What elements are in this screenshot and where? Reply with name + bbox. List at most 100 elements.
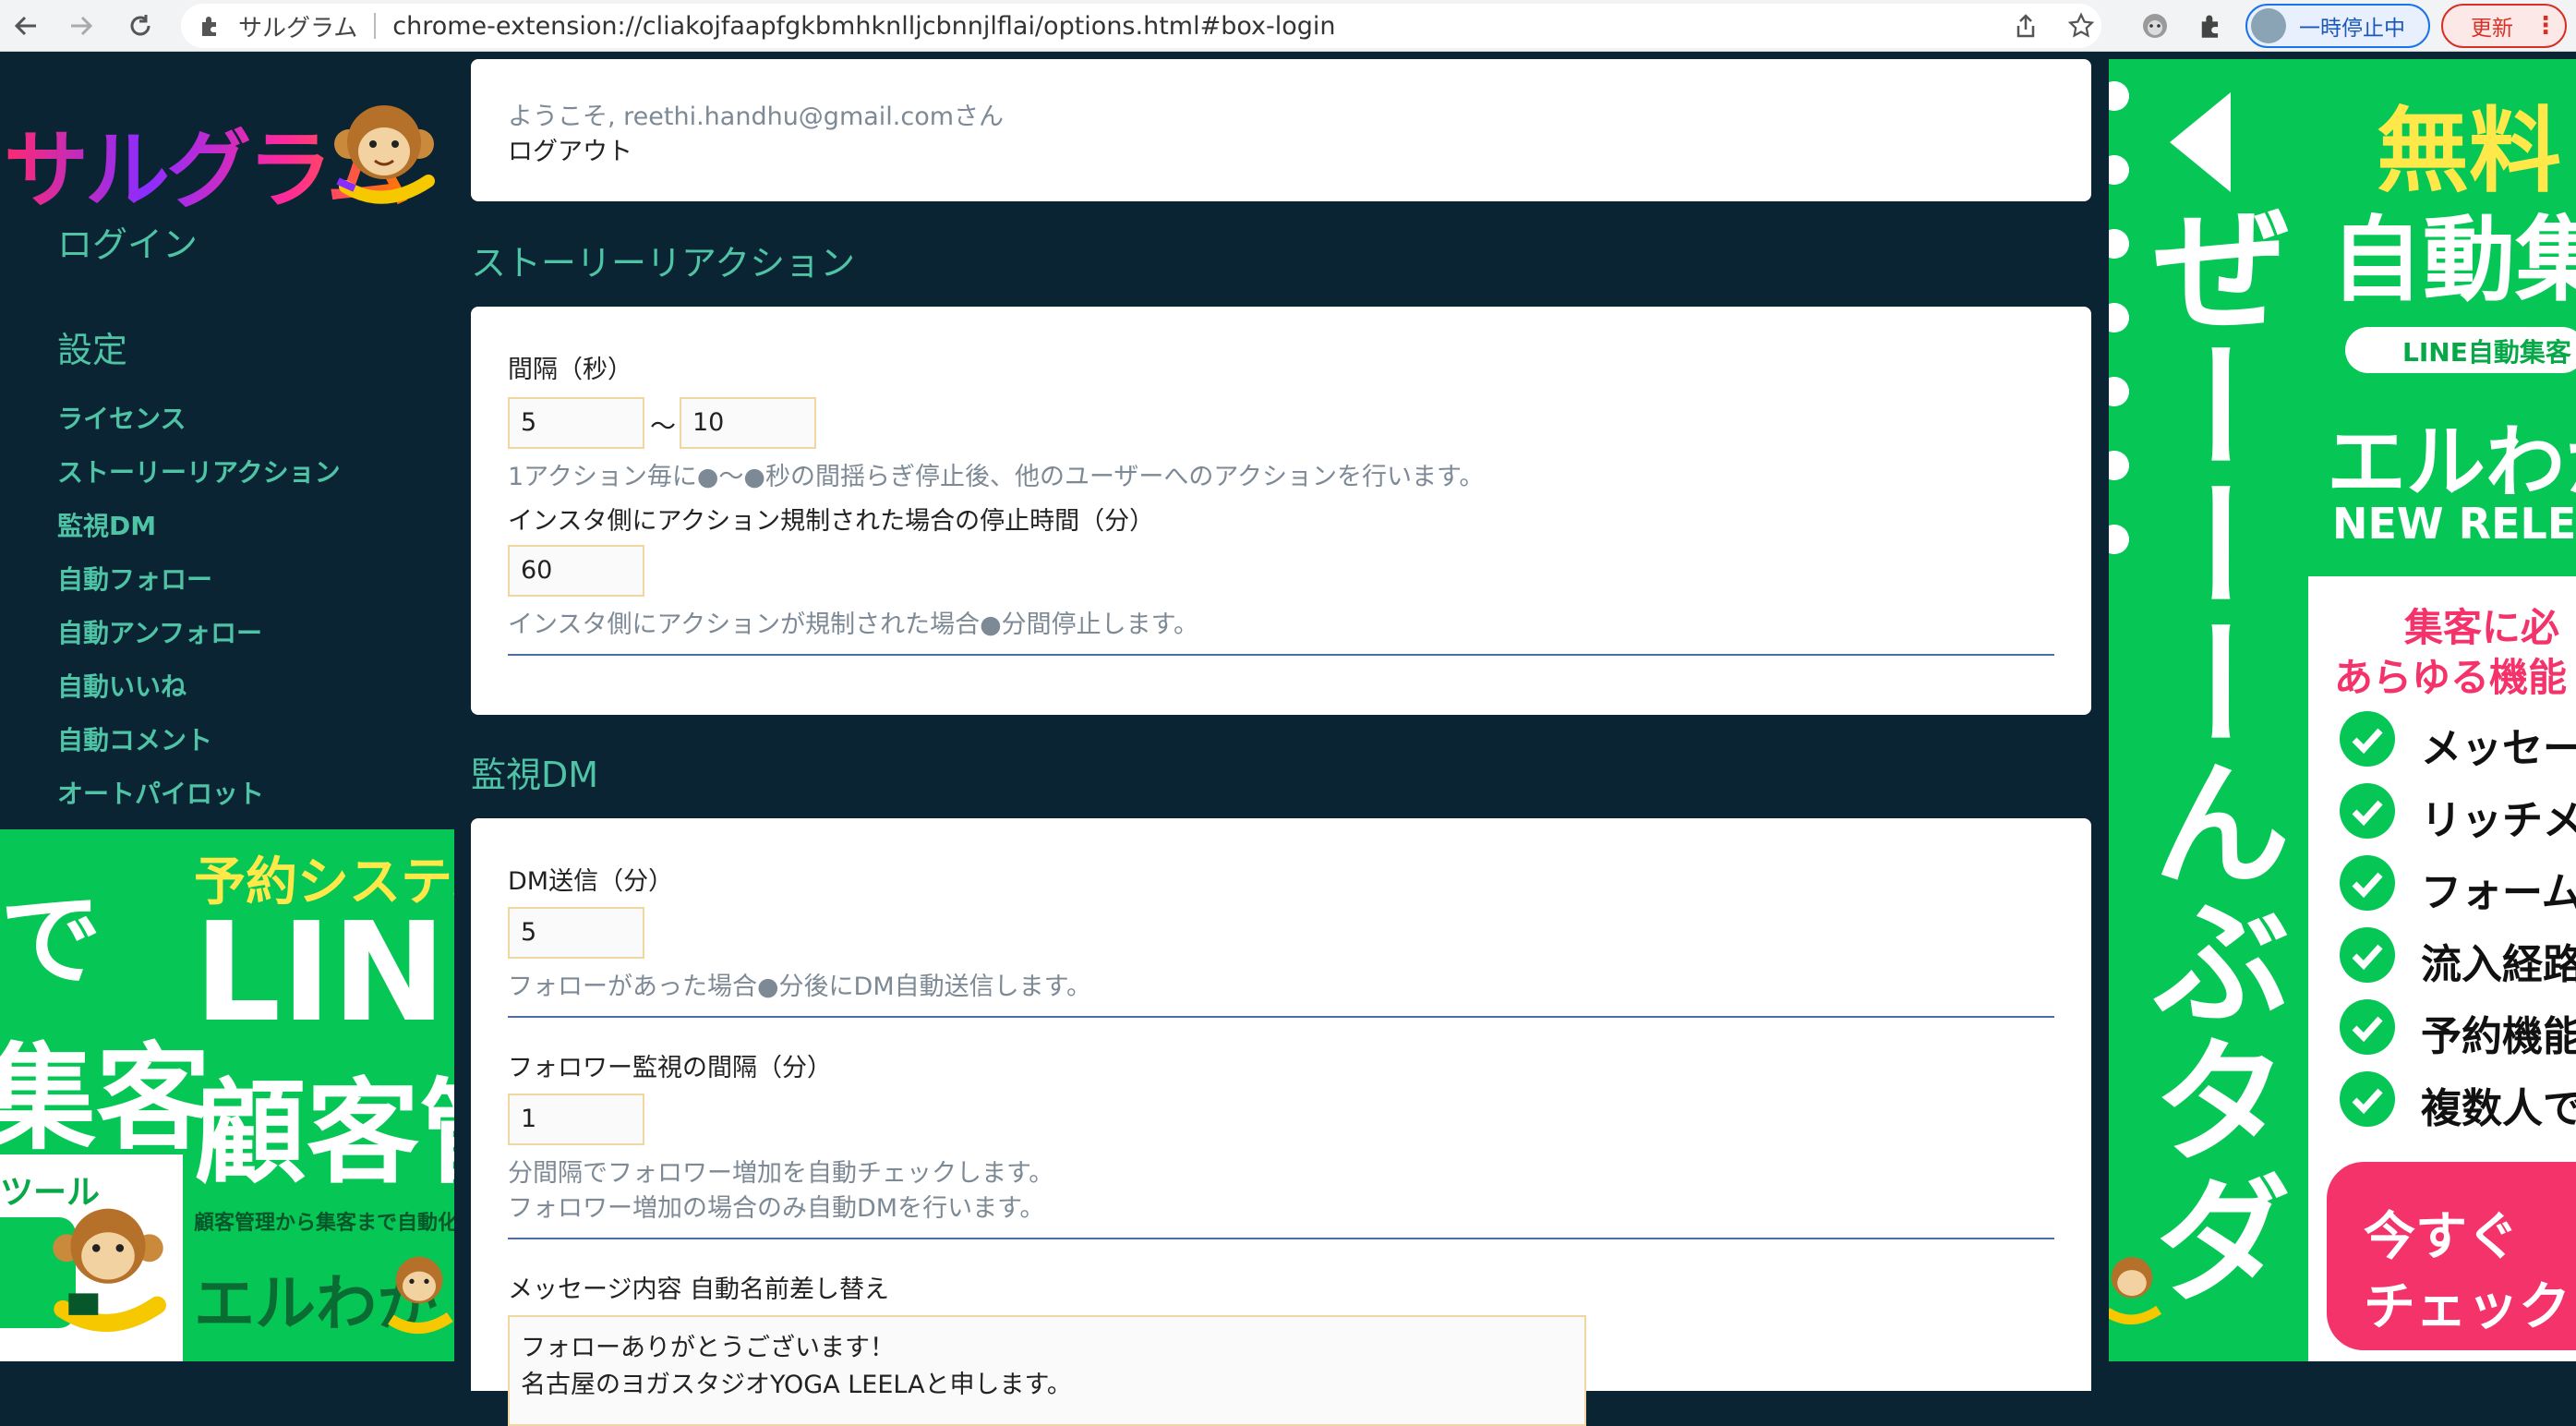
arrow-right-icon <box>71 16 93 36</box>
url-text: chrome-extension://cliakojfaapfgkbmhknll… <box>392 11 1336 41</box>
update-button[interactable]: 更新 ⋮ <box>2441 4 2567 48</box>
extensions-puzzle-icon[interactable] <box>2194 9 2227 42</box>
sidebar-settings-heading: 設定 <box>57 330 128 370</box>
sidebar-item-story-reaction[interactable]: ストーリーリアクション <box>57 454 341 508</box>
sidebar-item-auto-unfollow[interactable]: 自動アンフォロー <box>57 615 341 669</box>
update-label: 更新 <box>2471 17 2513 41</box>
checklist-label: 複数人で <box>2421 1085 2576 1132</box>
checklist-label: リッチメ <box>2421 797 2576 844</box>
ad-right-pill: LINE自動集客 <box>2402 337 2571 368</box>
reload-button[interactable] <box>122 7 159 44</box>
bookmark-star-icon[interactable] <box>2064 9 2098 42</box>
interval-hint: 1アクション毎に●〜●秒の間揺らぎ停止後、他のユーザーへのアクションを行います。 <box>508 463 1485 491</box>
logout-link[interactable]: ログアウト <box>508 131 632 167</box>
monitor-interval-hint-1: 分間隔でフォロワー増加を自動チェックします。 <box>508 1159 1054 1188</box>
ad-right-tag2: あらゆる機能 <box>2334 655 2568 700</box>
check-circle-icon <box>2340 855 2395 911</box>
check-circle-icon <box>2340 711 2395 767</box>
story-reaction-heading: ストーリーリアクション <box>471 243 856 284</box>
monkey-mascot-icon <box>334 105 435 204</box>
sidebar-item-license[interactable]: ライセンス <box>57 401 341 454</box>
check-circle-icon <box>2340 927 2395 983</box>
ad-left-shukyaku: 集客 <box>0 1033 211 1166</box>
app-logo: サルグラム <box>4 81 438 220</box>
divider <box>508 654 2054 656</box>
triangle-left-icon <box>2170 92 2231 192</box>
checklist-label: フォーム <box>2421 869 2576 916</box>
checklist-item: メッセー <box>2340 711 2576 783</box>
monitor-interval-input[interactable]: 1 <box>508 1094 644 1145</box>
monkey-mascot-icon <box>53 1208 166 1333</box>
sidebar-item-monitor-dm[interactable]: 監視DM <box>57 508 341 562</box>
ad-left-subtext: 顧客管理から集客まで自動化 <box>194 1212 454 1235</box>
left-ad-banner[interactable]: 予約システム LINE 顧客管 で 集客 ツール 顧客管理から集客まで自動化 エ… <box>0 829 454 1361</box>
dm-send-hint: フォローがあった場合●分後にDM自動送信します。 <box>508 973 1091 1001</box>
monkey-extension-icon[interactable] <box>2138 9 2172 42</box>
stop-time-hint: インスタ側にアクションが規制された場合●分間停止します。 <box>508 610 1198 639</box>
ad-right-cta-line2: チェック <box>2364 1277 2570 1337</box>
dm-send-input[interactable]: 5 <box>508 907 644 959</box>
reload-icon <box>130 15 150 36</box>
message-line: フォローありがとうございます！ <box>521 1334 895 1362</box>
message-content-label: メッセージ内容 自動名前差し替え <box>508 1275 890 1304</box>
check-circle-icon <box>2340 1071 2395 1127</box>
address-bar[interactable]: サルグラム chrome-extension://cliakojfaapfgkb… <box>181 4 2101 48</box>
dm-send-label: DM送信（分） <box>508 867 674 896</box>
sidebar-login-link[interactable]: ログイン <box>57 216 198 267</box>
story-reaction-card: 間隔（秒） 5 〜 10 1アクション毎に●〜●秒の間揺らぎ停止後、他のユーザー… <box>471 307 2091 715</box>
checklist-label: 流入経路 <box>2421 941 2576 988</box>
message-textarea[interactable]: フォローありがとうございます！ 名古屋のヨガスタジオYOGA LEELAと申しま… <box>508 1315 1586 1426</box>
welcome-text: ようこそ, reethi.handhu@gmail.comさん <box>508 103 1005 131</box>
interval-label: 間隔（秒） <box>508 356 632 384</box>
sidebar-item-autopilot[interactable]: オートパイロット <box>57 776 341 829</box>
divider <box>508 1016 2054 1018</box>
profile-button[interactable]: 一時停止中 <box>2245 4 2430 48</box>
monitor-dm-heading: 監視DM <box>471 755 599 795</box>
sidebar-item-auto-like[interactable]: 自動いいね <box>57 669 341 722</box>
browser-toolbar: サルグラム chrome-extension://cliakojfaapfgkb… <box>0 0 2576 52</box>
stop-time-label: インスタ側にアクション規制された場合の停止時間（分） <box>508 507 1155 536</box>
check-circle-icon <box>2340 783 2395 839</box>
monkey-mascot-icon <box>388 1256 453 1335</box>
more-vert-icon: ⋮ <box>2534 12 2558 40</box>
checklist-item: 流入経路 <box>2340 927 2576 999</box>
stop-time-input[interactable]: 60 <box>508 545 644 597</box>
ad-left-customer-text: 顧客管 <box>194 1068 454 1199</box>
arrow-left-icon <box>14 16 36 36</box>
back-button[interactable] <box>7 7 44 44</box>
ad-left-de: で <box>0 881 102 999</box>
interval-min-input[interactable]: 5 <box>508 397 644 449</box>
divider <box>508 1238 2054 1239</box>
checklist-label: 予約機能 <box>2421 1013 2576 1060</box>
monitor-interval-label: フォロワー監視の間隔（分） <box>508 1054 832 1082</box>
ad-right-brand: エルわか <box>2327 417 2576 509</box>
monitor-dm-card: DM送信（分） 5 フォローがあった場合●分後にDM自動送信します。 フォロワー… <box>471 818 2091 1426</box>
interval-max-input[interactable]: 10 <box>680 397 816 449</box>
ad-left-line-text: LINE <box>194 893 454 1052</box>
range-separator: 〜 <box>650 411 677 441</box>
ad-right-cta-line1: 今すぐ <box>2364 1207 2519 1267</box>
ad-right-tag1: 集客に必 <box>2404 605 2560 650</box>
ad-right-auto: 自動集 <box>2330 206 2576 314</box>
message-line: 名古屋のヨガスタジオYOGA LEELAと申します。 <box>521 1371 1072 1399</box>
ad-right-vertical-text: ぜーーーんぶタダ <box>2129 198 2290 1306</box>
checklist-item: 複数人で <box>2340 1071 2576 1143</box>
sidebar-item-auto-follow[interactable]: 自動フォロー <box>57 562 341 615</box>
share-icon[interactable] <box>2009 9 2042 42</box>
url-divider <box>374 13 377 39</box>
extension-puzzle-icon <box>202 17 216 36</box>
ad-right-checklist: メッセー リッチメ フォーム 流入経路 予約機能 複数人で <box>2340 711 2576 1143</box>
ad-right-cta[interactable]: 今すぐ チェック <box>2327 1162 2576 1350</box>
check-circle-icon <box>2340 999 2395 1055</box>
avatar <box>2251 8 2286 43</box>
forward-button[interactable] <box>63 7 100 44</box>
account-card: ようこそ, reethi.handhu@gmail.comさん ログアウト <box>471 59 2091 201</box>
checklist-item: 予約機能 <box>2340 999 2576 1071</box>
sidebar-nav: ライセンス ストーリーリアクション 監視DM 自動フォロー 自動アンフォロー 自… <box>57 401 341 829</box>
checklist-label: メッセー <box>2421 725 2576 772</box>
ad-right-release: NEW RELE <box>2332 499 2576 549</box>
right-ad-banner[interactable]: ぜーーーんぶタダ 無料 自動集 LINE自動集客 エルわか NEW RELE 集… <box>2109 59 2576 1361</box>
checklist-item: リッチメ <box>2340 783 2576 855</box>
url-app-name: サルグラム <box>238 14 358 42</box>
sidebar-item-auto-comment[interactable]: 自動コメント <box>57 722 341 776</box>
